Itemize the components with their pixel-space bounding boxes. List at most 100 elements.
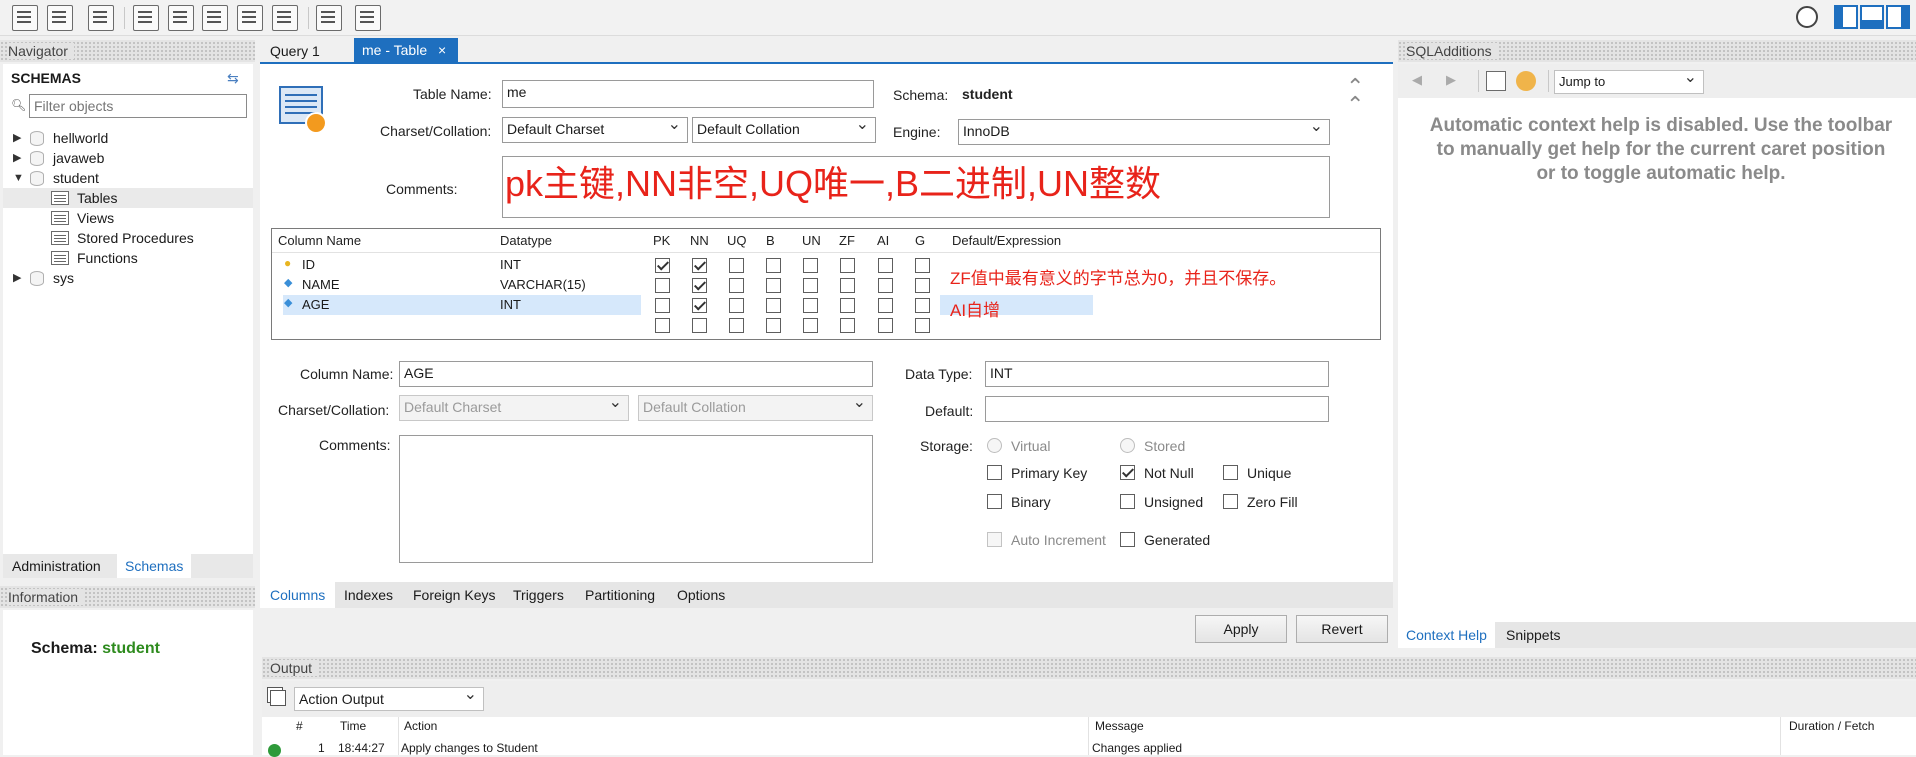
expand-arrow-icon[interactable]: ▶: [13, 148, 21, 168]
grid-flag-checkbox[interactable]: [692, 318, 707, 333]
create-function-icon[interactable]: [272, 5, 298, 31]
default-input[interactable]: [985, 396, 1329, 422]
tab-partitioning[interactable]: Partitioning: [585, 587, 655, 603]
settings-icon[interactable]: [1796, 6, 1818, 28]
virtual-radio[interactable]: [987, 438, 1002, 453]
grid-flag-checkbox[interactable]: [729, 318, 744, 333]
collapse-up-icon[interactable]: ⌃ ⌃: [1346, 76, 1364, 116]
auto-increment-checkbox[interactable]: [987, 532, 1002, 547]
tree-item-sys[interactable]: ▶ sys: [3, 268, 253, 288]
tab-columns[interactable]: Columns: [260, 582, 336, 608]
grid-flag-checkbox[interactable]: [878, 258, 893, 273]
grid-flag-checkbox[interactable]: [655, 298, 670, 313]
grid-flag-checkbox[interactable]: [655, 278, 670, 293]
toggle-secondary-sidebar-icon[interactable]: [1886, 5, 1910, 29]
expand-arrow-icon[interactable]: ▶: [13, 128, 21, 148]
grid-flag-checkbox[interactable]: [878, 298, 893, 313]
create-schema-icon[interactable]: [133, 5, 159, 31]
unique-checkbox[interactable]: [1223, 465, 1238, 480]
grid-flag-checkbox[interactable]: [878, 278, 893, 293]
grid-flag-checkbox[interactable]: [729, 258, 744, 273]
grid-cell-datatype[interactable]: INT: [500, 297, 521, 312]
create-table-icon[interactable]: [168, 5, 194, 31]
revert-button[interactable]: Revert: [1296, 615, 1388, 643]
grid-cell-column-name[interactable]: AGE: [302, 297, 329, 312]
refresh-icon[interactable]: ⇆: [227, 70, 239, 87]
grid-flag-checkbox[interactable]: [692, 258, 707, 273]
create-view-icon[interactable]: [202, 5, 228, 31]
grid-flag-checkbox[interactable]: [766, 318, 781, 333]
grid-flag-checkbox[interactable]: [840, 258, 855, 273]
new-sql-tab-icon[interactable]: [12, 5, 38, 31]
charset-select[interactable]: Default Charset: [502, 117, 688, 143]
grid-cell-column-name[interactable]: NAME: [302, 277, 340, 292]
column-name-input[interactable]: AGE: [399, 361, 873, 387]
output-type-select[interactable]: Action Output: [294, 687, 484, 711]
reconnect-icon[interactable]: [355, 5, 381, 31]
tree-item-stored-procedures[interactable]: Stored Procedures: [3, 228, 253, 248]
grid-flag-checkbox[interactable]: [729, 278, 744, 293]
binary-checkbox[interactable]: [987, 494, 1002, 509]
grid-flag-checkbox[interactable]: [655, 318, 670, 333]
stored-radio[interactable]: [1120, 438, 1135, 453]
toggle-output-icon[interactable]: [1860, 5, 1884, 29]
close-tab-icon[interactable]: ×: [438, 38, 446, 62]
tab-context-help[interactable]: Context Help: [1398, 622, 1495, 648]
collation-select[interactable]: Default Collation: [692, 117, 876, 143]
column-collation-select[interactable]: Default Collation: [638, 395, 873, 421]
grid-flag-checkbox[interactable]: [840, 298, 855, 313]
back-icon[interactable]: ◀: [1412, 72, 1422, 88]
expand-arrow-icon[interactable]: ▶: [13, 268, 21, 288]
tree-item-tables[interactable]: Tables: [3, 188, 253, 208]
zero-fill-checkbox[interactable]: [1223, 494, 1238, 509]
tab-administration[interactable]: Administration: [12, 558, 101, 574]
grid-flag-checkbox[interactable]: [878, 318, 893, 333]
grid-flag-checkbox[interactable]: [915, 278, 930, 293]
grid-flag-checkbox[interactable]: [803, 298, 818, 313]
not-null-checkbox[interactable]: [1120, 465, 1135, 480]
engine-select[interactable]: InnoDB: [958, 119, 1330, 145]
column-charset-select[interactable]: Default Charset: [399, 395, 629, 421]
grid-flag-checkbox[interactable]: [915, 318, 930, 333]
grid-flag-checkbox[interactable]: [766, 258, 781, 273]
grid-flag-checkbox[interactable]: [655, 258, 670, 273]
open-sql-script-icon[interactable]: [47, 5, 73, 31]
tab-indexes[interactable]: Indexes: [344, 587, 393, 603]
grid-cell-datatype[interactable]: VARCHAR(15): [500, 277, 586, 292]
grid-flag-checkbox[interactable]: [840, 318, 855, 333]
data-type-input[interactable]: INT: [985, 361, 1329, 387]
grid-flag-checkbox[interactable]: [803, 318, 818, 333]
unsigned-checkbox[interactable]: [1120, 494, 1135, 509]
forward-icon[interactable]: ▶: [1446, 72, 1456, 88]
generated-checkbox[interactable]: [1120, 532, 1135, 547]
tab-schemas[interactable]: Schemas: [117, 554, 192, 578]
grid-flag-checkbox[interactable]: [840, 278, 855, 293]
create-procedure-icon[interactable]: [237, 5, 263, 31]
tree-item-functions[interactable]: Functions: [3, 248, 253, 268]
tree-item-javaweb[interactable]: ▶ javaweb: [3, 148, 253, 168]
tab-query-1[interactable]: Query 1: [270, 43, 320, 59]
tree-item-views[interactable]: Views: [3, 208, 253, 228]
grid-flag-checkbox[interactable]: [766, 298, 781, 313]
primary-key-checkbox[interactable]: [987, 465, 1002, 480]
table-name-input[interactable]: me: [502, 80, 874, 108]
apply-button[interactable]: Apply: [1195, 615, 1287, 643]
inspector-icon[interactable]: [88, 5, 114, 31]
table-comments-textarea[interactable]: pk主键,NN非空,UQ唯一,B二进制,UN整数: [502, 156, 1330, 218]
tab-options[interactable]: Options: [677, 587, 725, 603]
grid-cell-column-name[interactable]: ID: [302, 257, 315, 272]
grid-flag-checkbox[interactable]: [692, 298, 707, 313]
grid-flag-checkbox[interactable]: [803, 278, 818, 293]
manual-help-icon[interactable]: [1486, 71, 1506, 91]
column-comments-textarea[interactable]: [399, 435, 873, 563]
search-table-data-icon[interactable]: [316, 5, 342, 31]
grid-flag-checkbox[interactable]: [803, 258, 818, 273]
copy-icon[interactable]: [270, 690, 286, 706]
grid-flag-checkbox[interactable]: [766, 278, 781, 293]
tab-triggers[interactable]: Triggers: [513, 587, 564, 603]
tab-snippets[interactable]: Snippets: [1506, 627, 1560, 643]
grid-flag-checkbox[interactable]: [915, 298, 930, 313]
filter-objects-input[interactable]: [29, 94, 247, 118]
tab-foreign-keys[interactable]: Foreign Keys: [413, 587, 495, 603]
grid-flag-checkbox[interactable]: [692, 278, 707, 293]
